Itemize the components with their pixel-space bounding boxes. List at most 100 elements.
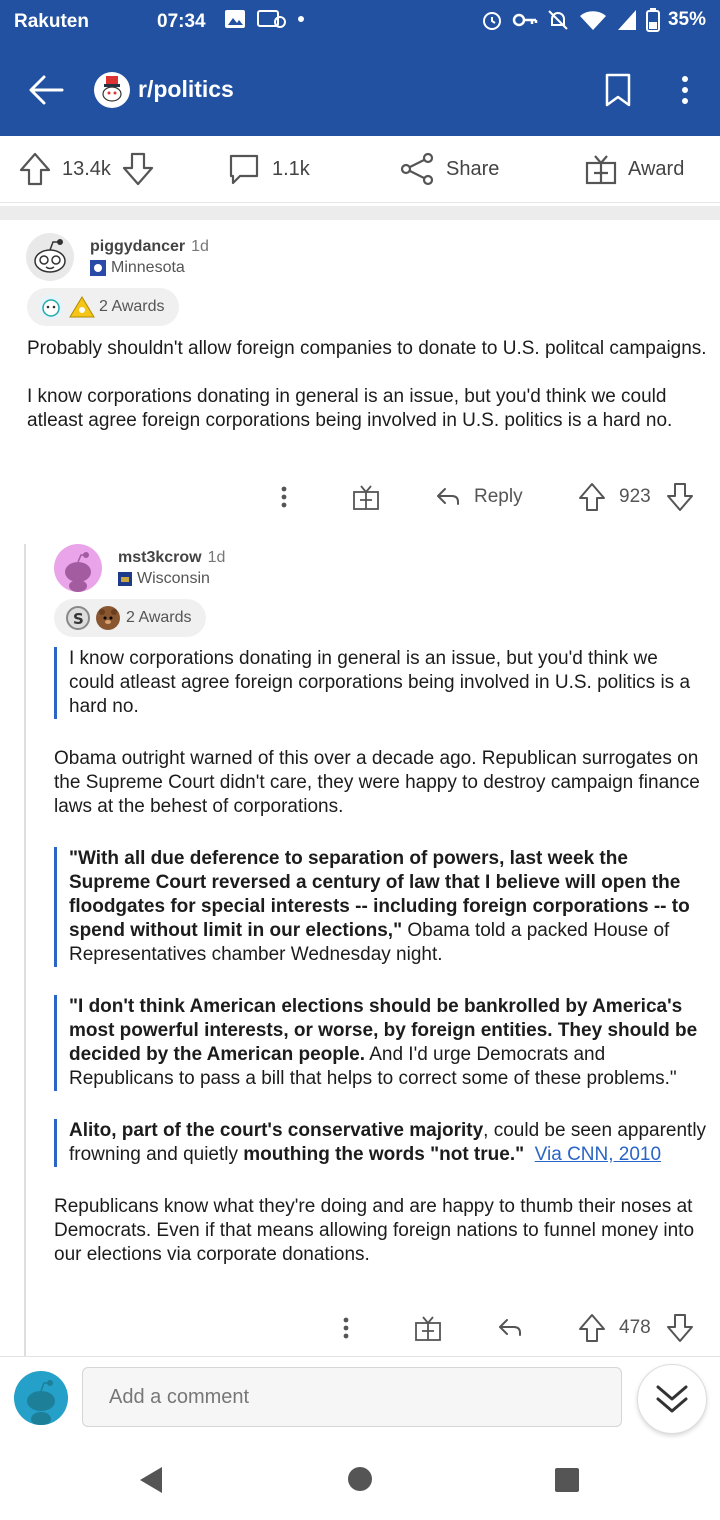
downvote-icon[interactable] (121, 151, 155, 187)
comment-paragraph: Republicans know what they're doing and … (54, 1196, 695, 1265)
quote-text: I know corporations donating in general … (69, 648, 691, 717)
reply-arrow-icon[interactable] (496, 1314, 524, 1342)
gift-icon (585, 155, 617, 185)
bear-award-icon (96, 606, 120, 630)
comment-score: 923 (619, 486, 651, 507)
quote-bold-text: Alito, part of the court's conservative … (69, 1120, 484, 1141)
comment-header: piggydancer 1d Minnesota (26, 233, 209, 281)
back-arrow-icon[interactable] (26, 70, 66, 110)
downvote-icon[interactable] (666, 482, 694, 512)
photo-notification-icon (257, 10, 286, 28)
status-clock: 07:34 (157, 11, 206, 32)
blockquote: "I don't think American elections should… (54, 995, 708, 1091)
source-link[interactable]: Via CNN, 2010 (535, 1144, 661, 1165)
comment-header: mst3kcrow 1d Wisconsin (54, 544, 225, 592)
my-avatar[interactable] (14, 1371, 68, 1425)
bookmark-icon[interactable] (600, 70, 636, 110)
user-flair: Minnesota (90, 259, 209, 277)
quote-bold-text: mouthing the words "not true." (243, 1144, 525, 1165)
thread-line[interactable] (24, 544, 26, 1356)
comment-paragraph: I know corporations donating in general … (27, 386, 673, 431)
uncle-sam-snoo-icon (102, 76, 122, 102)
vpn-key-icon (512, 13, 538, 27)
awards-badge[interactable]: 2 Awards (27, 288, 179, 326)
user-avatar[interactable] (26, 233, 74, 281)
silver-award-icon: S (66, 606, 90, 630)
comments-button[interactable]: 1.1k (226, 136, 310, 202)
post-score: 13.4k (62, 157, 111, 180)
signal-icon (617, 10, 636, 30)
section-divider (0, 206, 720, 220)
add-comment-input[interactable]: Add a comment (82, 1367, 622, 1427)
flair-text: Wisconsin (137, 570, 210, 587)
comment-actions: Reply 923 (270, 477, 710, 517)
comment-username[interactable]: mst3kcrow (118, 549, 202, 566)
user-avatar[interactable] (54, 544, 102, 592)
more-options-icon[interactable] (336, 1310, 356, 1346)
nav-recents-icon[interactable] (553, 1466, 581, 1494)
upvote-icon[interactable] (578, 482, 606, 512)
user-flair: Wisconsin (118, 570, 225, 588)
gift-icon[interactable] (352, 482, 380, 512)
upvote-icon[interactable] (578, 1313, 606, 1343)
post-vote-group: 13.4k (18, 136, 155, 202)
system-nav-bar (0, 1440, 720, 1520)
flair-text: Minnesota (111, 259, 185, 276)
downvote-icon[interactable] (666, 1313, 694, 1343)
share-label: Share (446, 157, 500, 180)
svg-text:S: S (73, 610, 84, 628)
reply-button[interactable]: Reply (474, 486, 523, 508)
wholesome-award-icon (39, 295, 63, 319)
comment-score: 478 (619, 1317, 651, 1338)
comment-paragraph: Probably shouldn't allow foreign compani… (27, 338, 707, 359)
comment-username[interactable]: piggydancer (90, 238, 185, 255)
subreddit-avatar[interactable] (94, 72, 130, 108)
post-action-bar: 13.4k 1.1k Share Award (0, 136, 720, 203)
comment-body: Probably shouldn't allow foreign compani… (27, 337, 707, 433)
double-chevron-down-icon (656, 1385, 688, 1413)
gallery-notification-icon (225, 10, 245, 28)
blockquote: I know corporations donating in general … (54, 647, 708, 719)
award-label: Award (628, 157, 685, 180)
share-icon (400, 152, 434, 186)
more-options-icon[interactable] (670, 70, 700, 110)
snoo-avatar-icon (65, 552, 91, 592)
gift-icon[interactable] (414, 1313, 442, 1343)
upvote-icon[interactable] (18, 151, 52, 187)
comment-body: I know corporations donating in general … (54, 647, 708, 1267)
nav-back-icon[interactable] (136, 1464, 166, 1496)
awards-badge[interactable]: S 2 Awards (54, 599, 206, 637)
comment-age: 1d (207, 549, 226, 566)
alarm-icon (482, 12, 501, 30)
battery-percent: 35% (667, 9, 706, 30)
muted-bell-icon (548, 10, 568, 30)
wifi-icon (579, 11, 606, 31)
collapse-thread-button[interactable] (637, 1364, 707, 1434)
wisconsin-flag-icon (118, 572, 132, 586)
blockquote: "With all due deference to separation of… (54, 847, 708, 967)
battery-icon (645, 8, 660, 32)
blockquote: Alito, part of the court's conservative … (54, 1119, 708, 1167)
awards-count: 2 Awards (99, 298, 165, 315)
helpful-award-icon (69, 295, 95, 319)
status-bar: Rakuten 07:34 35% (0, 0, 720, 44)
snoo-avatar-icon (27, 1380, 55, 1425)
comment-bubble-icon (229, 154, 259, 185)
comment-count: 1.1k (272, 157, 310, 180)
subreddit-name[interactable]: r/politics (138, 76, 234, 103)
app-bar: r/politics (0, 44, 720, 136)
share-button[interactable]: Share (398, 136, 499, 202)
carrier-name: Rakuten (14, 11, 89, 32)
comment-age: 1d (191, 238, 209, 255)
comment-actions: 478 (330, 1308, 710, 1348)
minnesota-flag-icon (90, 260, 106, 276)
dot-icon (298, 16, 304, 22)
comment-composer: Add a comment (0, 1356, 720, 1441)
nav-home-icon[interactable] (346, 1465, 374, 1493)
award-button[interactable]: Award (584, 136, 684, 202)
snoo-avatar-icon (34, 239, 66, 273)
reply-arrow-icon[interactable] (434, 483, 462, 511)
more-options-icon[interactable] (274, 479, 294, 515)
comment-paragraph: Obama outright warned of this over a dec… (54, 748, 700, 817)
awards-count: 2 Awards (126, 609, 192, 626)
